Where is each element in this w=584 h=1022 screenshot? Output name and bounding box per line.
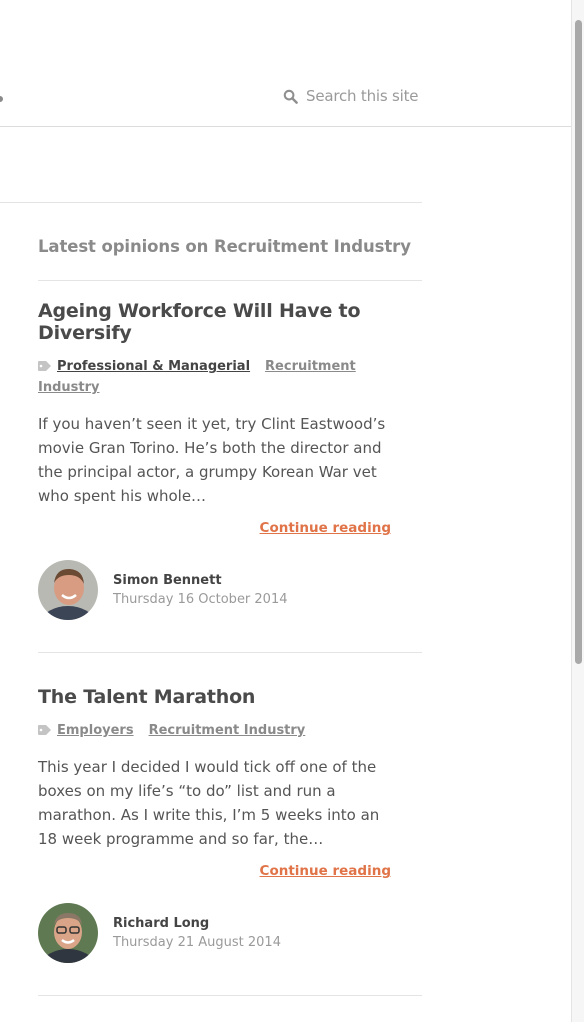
scrollbar-thumb[interactable]	[575, 20, 582, 664]
tag-icon	[38, 725, 51, 735]
article-card: The Talent Marathon Employers Recruitment…	[38, 686, 398, 879]
article-title[interactable]: Ageing Workforce Will Have to Diversify	[38, 300, 398, 344]
header-divider	[0, 126, 571, 127]
search-placeholder[interactable]: Search this site	[306, 87, 419, 105]
publish-date: Thursday 21 August 2014	[113, 935, 281, 950]
continue-reading-link[interactable]: Continue reading	[260, 520, 391, 536]
article-divider	[38, 652, 422, 653]
author-name[interactable]: Richard Long	[113, 916, 281, 931]
search-field[interactable]: Search this site	[283, 87, 419, 105]
section-divider	[0, 202, 422, 203]
article-tags: Employers Recruitment Industry	[38, 720, 398, 741]
search-icon	[283, 89, 298, 104]
continue-reading: Continue reading	[38, 520, 391, 536]
author-byline: Simon Bennett Thursday 16 October 2014	[38, 560, 288, 620]
tag-link[interactable]: Employers	[57, 723, 134, 738]
article-divider	[38, 995, 422, 996]
article-excerpt: If you haven’t seen it yet, try Clint Ea…	[38, 415, 386, 505]
article-excerpt: This year I decided I would tick off one…	[38, 758, 380, 848]
author-byline: Richard Long Thursday 21 August 2014	[38, 903, 281, 963]
continue-reading-link[interactable]: Continue reading	[260, 863, 391, 879]
avatar[interactable]	[38, 560, 98, 620]
continue-reading: Continue reading	[38, 863, 391, 879]
section-title: Latest opinions on Recruitment Industry	[38, 237, 411, 256]
tag-icon	[38, 361, 51, 371]
tag-link[interactable]: Recruitment Industry	[149, 723, 306, 738]
author-name[interactable]: Simon Bennett	[113, 573, 288, 588]
publish-date: Thursday 16 October 2014	[113, 592, 288, 607]
tag-link[interactable]: Professional & Managerial	[57, 359, 250, 374]
avatar[interactable]	[38, 903, 98, 963]
article-title[interactable]: The Talent Marathon	[38, 686, 398, 708]
article-tags: Professional & Managerial Recruitment Ind…	[38, 356, 398, 398]
article-card: Ageing Workforce Will Have to Diversify …	[38, 300, 398, 536]
section-title-divider	[38, 280, 422, 281]
header-edge-mark	[0, 96, 3, 102]
